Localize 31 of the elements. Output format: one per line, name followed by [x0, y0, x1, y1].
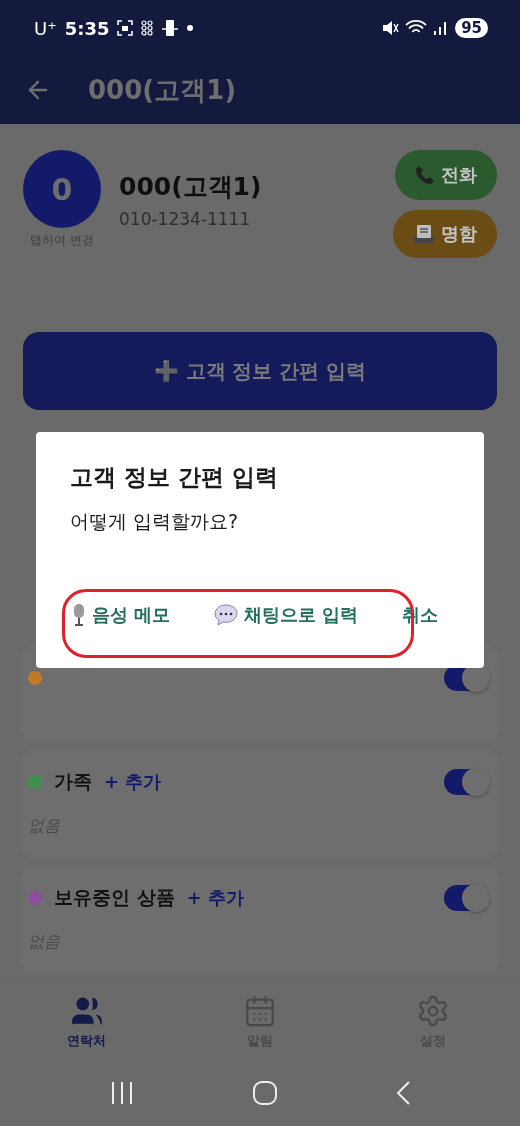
call-button[interactable]: 전화 [395, 150, 497, 200]
voice-memo-button[interactable]: 음성 메모 [72, 603, 171, 627]
dialog-message: 어떻게 입력할까요? [70, 509, 239, 534]
screenshot-icon [117, 20, 134, 36]
contact-name: 000(고객1) [119, 171, 263, 203]
battery-badge: 95 [455, 18, 488, 38]
mute-icon [381, 19, 400, 37]
toggle-switch[interactable] [444, 769, 488, 795]
page-title: 000(고객1) [88, 73, 237, 107]
add-link[interactable]: + 추가 [104, 770, 162, 794]
dot-icon [187, 25, 194, 31]
toggle-switch[interactable] [444, 885, 488, 911]
microphone-icon [72, 603, 86, 627]
dialog-title: 고객 정보 간편 입력 [70, 463, 279, 492]
calendar-icon [243, 994, 277, 1028]
phone-icon [415, 165, 435, 185]
carrier-text: U⁺ [34, 17, 57, 39]
home-icon[interactable] [252, 1080, 278, 1106]
speech-bubble-icon [214, 604, 238, 626]
phone-number: 010-1234-1111 [119, 209, 252, 229]
business-card-button[interactable]: 명함 [393, 210, 497, 258]
chat-input-button[interactable]: 채팅으로 입력 [214, 603, 359, 627]
quick-input-button[interactable]: ➕ 고객 정보 간편 입력 [23, 332, 497, 410]
category-name: 가족 [54, 769, 92, 794]
card-file-icon [413, 224, 435, 244]
back-icon[interactable] [395, 1080, 412, 1106]
avatar[interactable]: 0 [23, 150, 101, 228]
clock-text: 5:35 [64, 17, 110, 39]
add-link[interactable]: + 추가 [186, 886, 244, 910]
nav-tab[interactable]: 연락처 [46, 993, 127, 1051]
category-name: 보유중인 상품 [54, 885, 175, 910]
